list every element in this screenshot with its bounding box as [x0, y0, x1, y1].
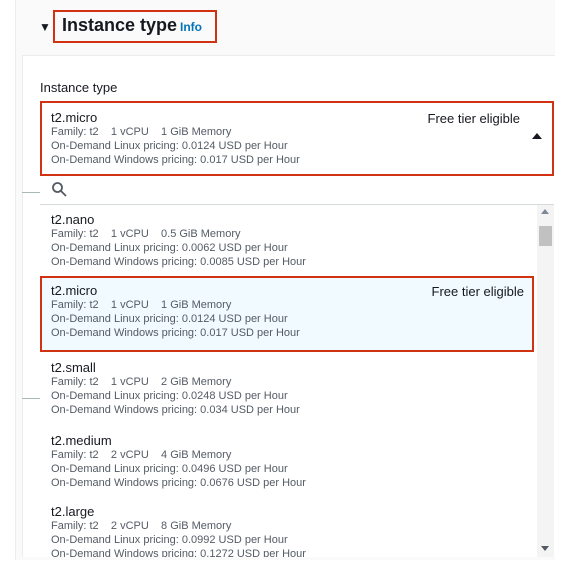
- search-input[interactable]: [40, 176, 554, 205]
- option-family: Family: t2 1 vCPU 0.5 GiB Memory: [51, 228, 241, 240]
- divider: [22, 192, 40, 193]
- free-tier-badge: Free tier eligible: [427, 111, 521, 126]
- list-item[interactable]: t2.large Family: t2 2 vCPU 8 GiB Memory …: [40, 497, 536, 557]
- option-name: t2.small: [51, 360, 96, 375]
- search-icon: [52, 182, 67, 197]
- option-linux-pricing: On-Demand Linux pricing: 0.0062 USD per …: [51, 242, 288, 254]
- instance-type-panel: ▼ Instance type Info Instance type t2.mi…: [0, 0, 570, 571]
- list-item[interactable]: t2.nano Family: t2 1 vCPU 0.5 GiB Memory…: [40, 205, 536, 275]
- selected-option-linux-pricing: On-Demand Linux pricing: 0.0124 USD per …: [51, 140, 288, 152]
- caret-up-icon[interactable]: [532, 133, 542, 139]
- option-name: t2.micro: [51, 283, 98, 298]
- selected-option-family: Family: t2 1 vCPU 1 GiB Memory: [51, 126, 232, 138]
- option-windows-pricing: On-Demand Windows pricing: 0.0085 USD pe…: [51, 256, 306, 268]
- selected-option-windows-pricing: On-Demand Windows pricing: 0.017 USD per…: [51, 154, 300, 166]
- option-name: t2.large: [51, 504, 95, 519]
- option-family: Family: t2 2 vCPU 8 GiB Memory: [51, 520, 232, 532]
- option-family: Family: t2 1 vCPU 1 GiB Memory: [51, 299, 232, 311]
- instance-type-options-list: t2.nano Family: t2 1 vCPU 0.5 GiB Memory…: [40, 205, 554, 557]
- option-name: t2.nano: [51, 212, 95, 227]
- option-linux-pricing: On-Demand Linux pricing: 0.0992 USD per …: [51, 534, 288, 546]
- selected-option-text: t2.micro Family: t2 1 vCPU 1 GiB Memory …: [51, 110, 300, 167]
- dropdown-scrollbar[interactable]: [537, 205, 554, 557]
- list-item-selected[interactable]: t2.micro Family: t2 1 vCPU 1 GiB Memory …: [40, 276, 534, 352]
- option-windows-pricing: On-Demand Windows pricing: 0.017 USD per…: [51, 327, 300, 339]
- option-family: Family: t2 1 vCPU 2 GiB Memory: [51, 376, 232, 388]
- panel-bottom-edge: [22, 557, 555, 560]
- option-windows-pricing: On-Demand Windows pricing: 0.0676 USD pe…: [51, 477, 306, 489]
- list-item[interactable]: t2.small Family: t2 1 vCPU 2 GiB Memory …: [40, 353, 536, 423]
- free-tier-badge: Free tier eligible: [431, 284, 525, 299]
- divider: [22, 398, 40, 399]
- scroll-thumb[interactable]: [539, 226, 552, 246]
- section-title: Instance type: [62, 15, 178, 35]
- instance-type-label: Instance type: [40, 80, 118, 95]
- option-linux-pricing: On-Demand Linux pricing: 0.0496 USD per …: [51, 463, 288, 475]
- option-windows-pricing: On-Demand Windows pricing: 0.1272 USD pe…: [51, 548, 306, 557]
- collapse-caret-icon[interactable]: ▼: [39, 20, 51, 34]
- option-windows-pricing: On-Demand Windows pricing: 0.034 USD per…: [51, 404, 300, 416]
- option-linux-pricing: On-Demand Linux pricing: 0.0248 USD per …: [51, 390, 288, 402]
- option-family: Family: t2 2 vCPU 4 GiB Memory: [51, 449, 232, 461]
- scroll-down-arrow-icon[interactable]: [541, 546, 549, 551]
- option-linux-pricing: On-Demand Linux pricing: 0.0124 USD per …: [51, 313, 288, 325]
- selected-option-name: t2.micro: [51, 110, 98, 125]
- scroll-up-arrow-icon[interactable]: [541, 209, 549, 214]
- list-item[interactable]: t2.medium Family: t2 2 vCPU 4 GiB Memory…: [40, 426, 536, 496]
- info-link[interactable]: Info: [180, 20, 202, 34]
- instance-type-select[interactable]: t2.micro Family: t2 1 vCPU 1 GiB Memory …: [40, 101, 554, 176]
- option-name: t2.medium: [51, 433, 112, 448]
